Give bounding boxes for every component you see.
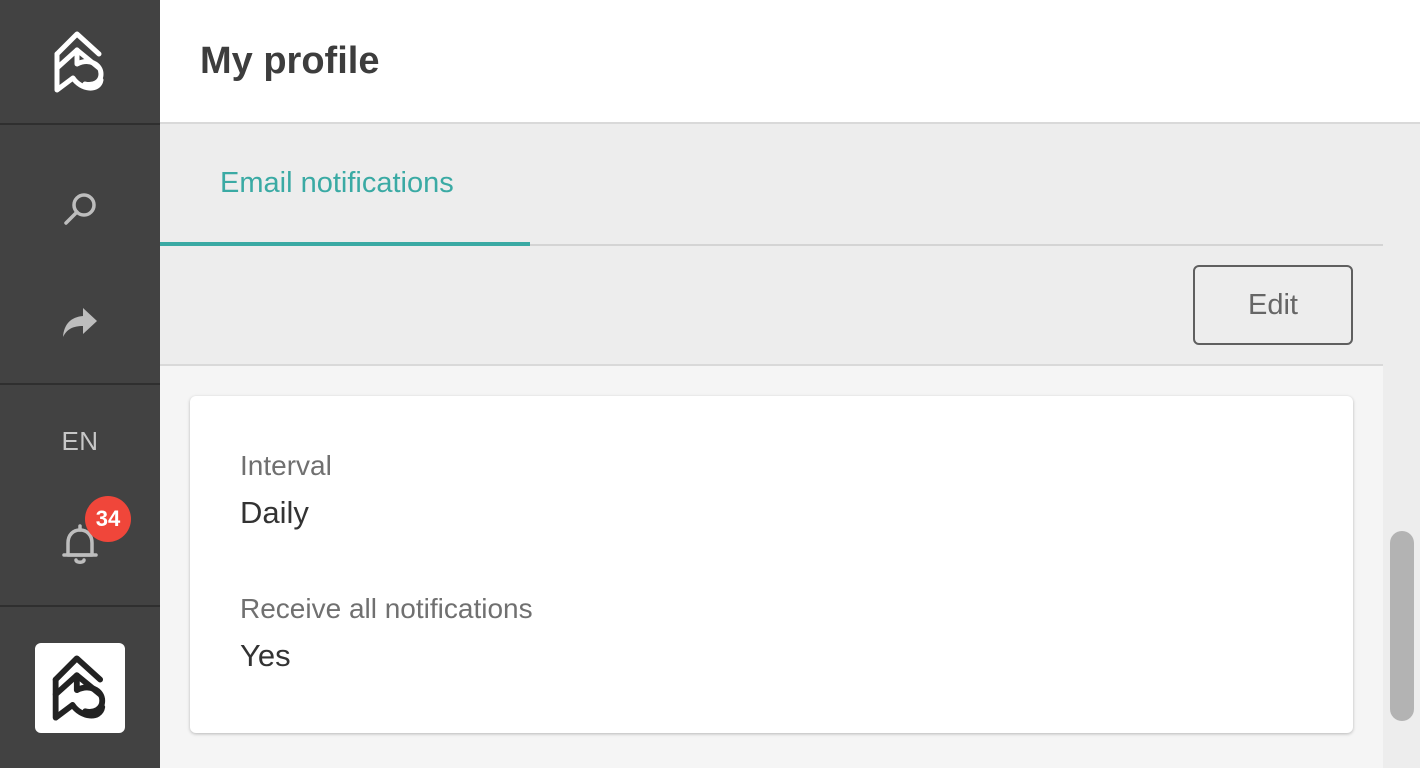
interval-label: Interval — [240, 450, 332, 481]
share-arrow-icon — [63, 308, 97, 337]
interval-value: Daily — [240, 495, 309, 530]
receive-all-label: Receive all notifications — [240, 593, 533, 624]
tab-bar: Email notifications — [160, 124, 1383, 246]
sidebar-divider — [0, 605, 160, 607]
edit-button[interactable]: Edit — [1193, 265, 1353, 345]
language-switcher[interactable]: EN — [0, 412, 160, 470]
brand-logo-icon — [52, 655, 106, 721]
search-button[interactable] — [0, 180, 160, 240]
language-label: EN — [61, 425, 99, 456]
search-icon — [64, 193, 96, 225]
user-avatar[interactable] — [35, 643, 125, 733]
sidebar-divider — [0, 123, 160, 125]
tab-email-notifications[interactable]: Email notifications — [160, 124, 530, 246]
toolbar: Edit — [160, 246, 1383, 366]
sidebar-divider — [0, 383, 160, 385]
receive-all-value: Yes — [240, 638, 291, 673]
home-logo-button[interactable] — [0, 0, 160, 124]
notification-settings-card: Interval Daily Receive all notifications… — [190, 396, 1353, 733]
notifications-button[interactable] — [0, 510, 160, 580]
brand-logo-icon — [54, 31, 104, 93]
scrollbar-thumb[interactable] — [1390, 531, 1414, 721]
notifications-count-badge: 34 — [85, 496, 131, 542]
tab-label: Email notifications — [220, 167, 454, 199]
page-title: My profile — [200, 40, 380, 82]
share-button[interactable] — [0, 293, 160, 353]
sidebar: EN 34 — [0, 0, 160, 768]
content-area: Interval Daily Receive all notifications… — [160, 366, 1383, 768]
page-header: My profile — [160, 0, 1420, 124]
